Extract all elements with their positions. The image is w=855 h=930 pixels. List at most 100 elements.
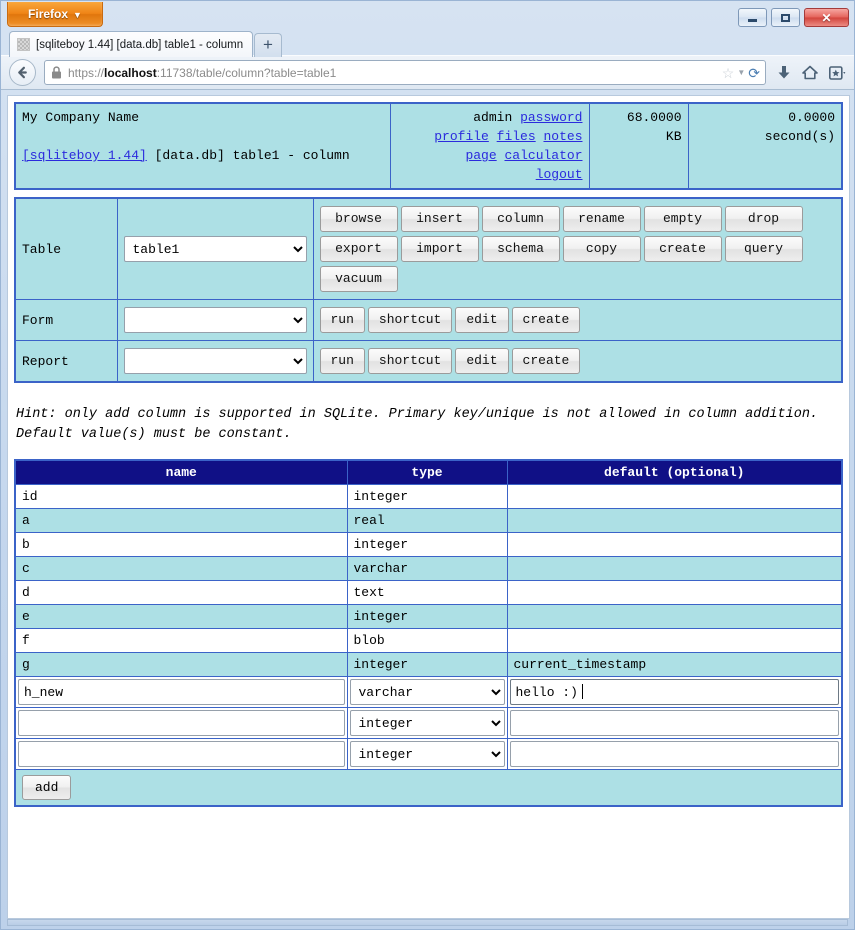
close-icon: ✕ xyxy=(821,10,832,25)
chevron-down-icon[interactable]: ▼ xyxy=(737,68,745,77)
table-row: c varchar xyxy=(14,556,843,581)
table-query-button[interactable]: query xyxy=(724,236,803,262)
files-link[interactable]: files xyxy=(497,129,536,144)
report-create-button[interactable]: create xyxy=(511,348,581,374)
column-default-cell xyxy=(506,532,843,557)
firefox-menu-button[interactable]: Firefox ▼ xyxy=(7,2,103,27)
toolbar-select-cell-report xyxy=(116,340,314,383)
bookmark-star-icon[interactable]: ☆ xyxy=(722,66,735,80)
new-column-name-input-1[interactable] xyxy=(18,679,345,705)
table-vacuum-button[interactable]: vacuum xyxy=(319,266,398,292)
report-shortcut-button[interactable]: shortcut xyxy=(367,348,453,374)
minimize-icon xyxy=(739,9,766,26)
back-arrow-icon xyxy=(18,66,27,79)
table-schema-button[interactable]: schema xyxy=(481,236,560,262)
current-user-label: admin xyxy=(473,110,513,125)
column-header-type: type xyxy=(346,459,508,485)
form-edit-button[interactable]: edit xyxy=(455,307,509,333)
new-column-default-input-1[interactable] xyxy=(509,679,839,705)
toolbar-buttons-form: run shortcut edit create xyxy=(312,299,843,341)
new-column-name-cell xyxy=(14,738,348,770)
table-copy-button[interactable]: copy xyxy=(562,236,641,262)
form-run-button[interactable]: run xyxy=(319,307,365,333)
navigation-toolbar: https://localhost:11738/table/column?tab… xyxy=(1,55,854,90)
app-header-identity: My Company Name [sqliteboy 1.44] [data.d… xyxy=(14,102,391,190)
table-row: b integer xyxy=(14,532,843,557)
bookmarks-menu-button[interactable] xyxy=(829,65,846,80)
table-import-button[interactable]: import xyxy=(400,236,479,262)
new-column-name-cell xyxy=(14,707,348,739)
new-column-default-input-2[interactable] xyxy=(509,710,839,736)
new-column-default-cell xyxy=(506,707,843,739)
reload-icon[interactable]: ⟳ xyxy=(748,66,760,80)
new-column-name-input-3[interactable] xyxy=(18,741,345,767)
table-empty-button[interactable]: empty xyxy=(643,206,722,232)
form-action-buttons: run shortcut edit create xyxy=(319,305,836,335)
form-shortcut-button[interactable]: shortcut xyxy=(367,307,453,333)
minimize-button[interactable] xyxy=(738,8,767,27)
columns-table-header-row: name type default (optional) xyxy=(14,459,843,485)
new-column-row: integerrealvarchartextblob xyxy=(14,676,843,708)
add-row: add xyxy=(14,769,843,807)
add-button[interactable]: add xyxy=(22,775,72,800)
column-name-cell: f xyxy=(14,628,348,653)
notes-link[interactable]: notes xyxy=(543,129,582,144)
home-button[interactable] xyxy=(802,65,818,80)
table-select[interactable]: table1 xyxy=(123,236,307,262)
page-link[interactable]: page xyxy=(465,148,496,163)
app-context-text: [data.db] table1 - column xyxy=(146,148,350,163)
address-bar-icons: ☆ ▼ ⟳ xyxy=(722,66,760,80)
column-header-default: default (optional) xyxy=(506,459,843,485)
report-select[interactable] xyxy=(123,348,307,374)
new-column-type-select-1[interactable]: integerrealvarchartextblob xyxy=(349,679,505,705)
column-header-name: name xyxy=(14,459,348,485)
bookmarks-star-icon xyxy=(829,65,846,80)
logout-link[interactable]: logout xyxy=(536,167,583,182)
sqliteboy-home-link[interactable]: [sqliteboy 1.44] xyxy=(22,148,147,163)
db-size-value: 68.0000 xyxy=(626,110,682,125)
elapsed-time-unit: second(s) xyxy=(764,129,835,144)
downloads-button[interactable] xyxy=(777,65,791,80)
app-context-line: [sqliteboy 1.44] [data.db] table1 - colu… xyxy=(22,146,384,165)
table-row: e integer xyxy=(14,604,843,629)
browser-tab[interactable]: [sqliteboy 1.44] [data.db] table1 - colu… xyxy=(9,31,254,57)
columns-table: name type default (optional) id integer a r… xyxy=(14,459,843,807)
table-browse-button[interactable]: browse xyxy=(319,206,398,232)
maximize-button[interactable] xyxy=(771,8,800,27)
address-bar-text: https://localhost:11738/table/column?tab… xyxy=(68,66,718,80)
back-button[interactable] xyxy=(9,59,36,86)
new-column-type-select-2[interactable]: integerrealvarchartextblob xyxy=(349,710,505,736)
calculator-link[interactable]: calculator xyxy=(504,148,582,163)
table-row: g integer current_timestamp xyxy=(14,652,843,677)
table-rename-button[interactable]: rename xyxy=(562,206,641,232)
new-column-name-input-2[interactable] xyxy=(18,710,345,736)
column-type-cell: integer xyxy=(346,484,508,509)
profile-link[interactable]: profile xyxy=(434,129,489,144)
table-insert-button[interactable]: insert xyxy=(400,206,479,232)
report-edit-button[interactable]: edit xyxy=(455,348,509,374)
company-name: My Company Name xyxy=(22,110,140,125)
new-column-type-select-3[interactable]: integerrealvarchartextblob xyxy=(349,741,505,767)
close-button[interactable]: ✕ xyxy=(804,8,849,27)
column-name-cell: a xyxy=(14,508,348,533)
new-tab-button[interactable]: + xyxy=(254,33,282,57)
new-column-default-input-3[interactable] xyxy=(509,741,839,767)
table-column-button[interactable]: column xyxy=(481,206,560,232)
maximize-icon xyxy=(772,9,799,26)
table-row: id integer xyxy=(14,484,843,509)
elapsed-time-value: 0.0000 xyxy=(788,110,835,125)
form-select[interactable] xyxy=(123,307,307,333)
table-create-button[interactable]: create xyxy=(643,236,722,262)
column-name-cell: b xyxy=(14,532,348,557)
table-action-buttons: browse insert column rename empty drop export i… xyxy=(319,204,836,294)
text-cursor xyxy=(581,684,583,699)
column-default-cell xyxy=(506,580,843,605)
table-export-button[interactable]: export xyxy=(319,236,398,262)
table-drop-button[interactable]: drop xyxy=(724,206,803,232)
address-bar[interactable]: https://localhost:11738/table/column?tab… xyxy=(44,60,766,85)
chevron-down-icon: ▼ xyxy=(73,9,82,20)
report-run-button[interactable]: run xyxy=(319,348,365,374)
download-arrow-icon xyxy=(778,66,790,79)
password-link[interactable]: password xyxy=(520,110,582,125)
form-create-button[interactable]: create xyxy=(511,307,581,333)
